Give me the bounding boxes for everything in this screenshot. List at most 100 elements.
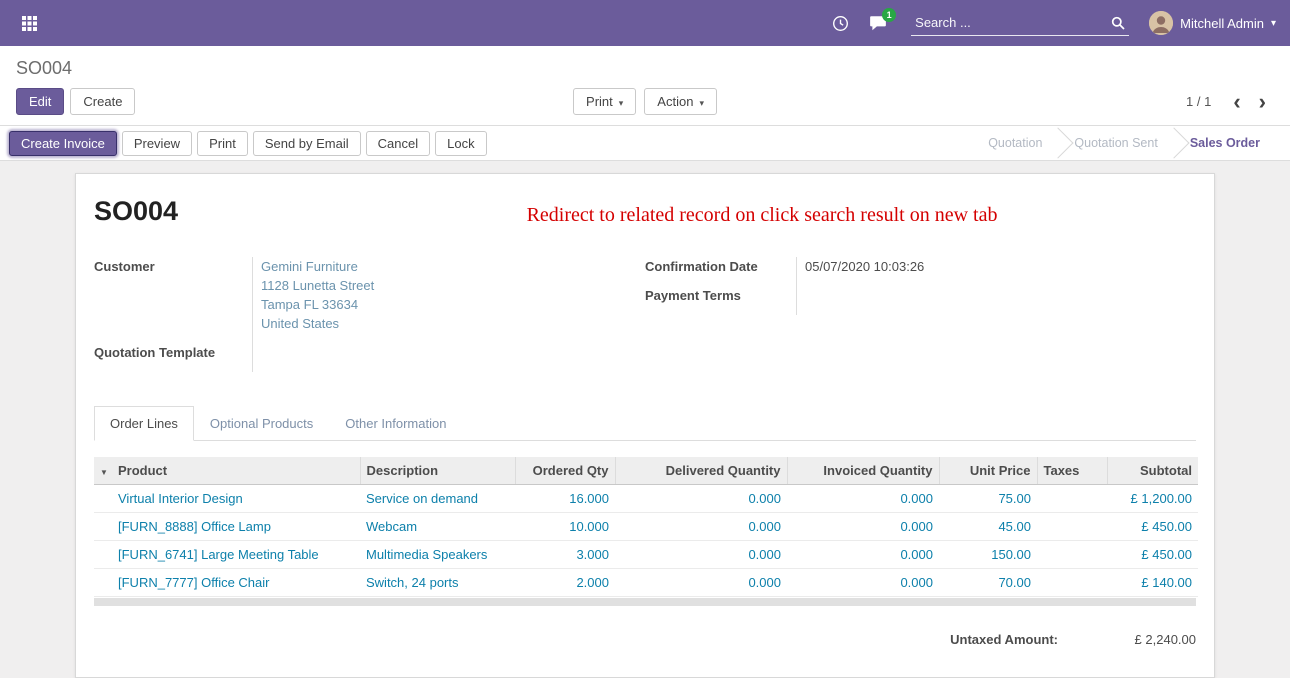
- cell-invoiced-qty: 0.000: [787, 541, 939, 569]
- cell-taxes: [1037, 541, 1107, 569]
- untaxed-amount-label: Untaxed Amount:: [950, 632, 1058, 647]
- confirmation-date-label: Confirmation Date: [645, 257, 797, 286]
- table-row[interactable]: [FURN_8888] Office Lamp Webcam 10.000 0.…: [94, 513, 1198, 541]
- search-icon[interactable]: [1111, 16, 1125, 33]
- cell-subtotal: £ 450.00: [1107, 541, 1198, 569]
- cell-description: Switch, 24 ports: [360, 569, 515, 597]
- caret-down-icon: ▼: [100, 468, 108, 477]
- cell-description: Multimedia Speakers: [360, 541, 515, 569]
- edit-button[interactable]: Edit: [16, 88, 64, 115]
- tab-order-lines[interactable]: Order Lines: [94, 406, 194, 441]
- search-input[interactable]: [911, 10, 1129, 36]
- col-taxes[interactable]: Taxes: [1037, 457, 1107, 485]
- action-menu-button[interactable]: Action ▾: [644, 88, 717, 115]
- cell-delivered-qty: 0.000: [615, 485, 787, 513]
- cancel-button[interactable]: Cancel: [366, 131, 430, 156]
- cell-invoiced-qty: 0.000: [787, 485, 939, 513]
- payment-terms-field: Payment Terms: [645, 286, 1196, 315]
- cell-delivered-qty: 0.000: [615, 513, 787, 541]
- print-menu-label: Print: [586, 94, 613, 109]
- preview-button[interactable]: Preview: [122, 131, 192, 156]
- messages-icon[interactable]: 1: [869, 15, 887, 31]
- lock-button[interactable]: Lock: [435, 131, 486, 156]
- tab-other-information[interactable]: Other Information: [329, 406, 462, 441]
- quotation-template-label: Quotation Template: [94, 343, 253, 372]
- col-description[interactable]: Description: [360, 457, 515, 485]
- cell-description: Service on demand: [360, 485, 515, 513]
- table-row[interactable]: [FURN_7777] Office Chair Switch, 24 port…: [94, 569, 1198, 597]
- customer-name[interactable]: Gemini Furniture: [261, 257, 645, 276]
- horizontal-scrollbar[interactable]: [94, 598, 1196, 606]
- breadcrumb-row: SO004: [0, 46, 1290, 79]
- cell-ordered-qty: 10.000: [515, 513, 615, 541]
- customer-label: Customer: [94, 257, 253, 343]
- table-header-row: ▼ Product Description Ordered Qty Delive…: [94, 457, 1198, 485]
- table-row[interactable]: [FURN_6741] Large Meeting Table Multimed…: [94, 541, 1198, 569]
- sheet: SO004 Redirect to related record on clic…: [75, 173, 1215, 678]
- cell-ordered-qty: 2.000: [515, 569, 615, 597]
- cell-ordered-qty: 3.000: [515, 541, 615, 569]
- quotation-template-value[interactable]: [253, 343, 645, 372]
- table-row[interactable]: Virtual Interior Design Service on deman…: [94, 485, 1198, 513]
- apps-menu-icon[interactable]: [14, 8, 44, 38]
- grid-icon: [22, 16, 37, 31]
- col-invoiced-quantity[interactable]: Invoiced Quantity: [787, 457, 939, 485]
- order-lines-table: ▼ Product Description Ordered Qty Delive…: [94, 457, 1198, 597]
- action-menu-label: Action: [657, 94, 693, 109]
- payment-terms-value[interactable]: [797, 286, 1196, 315]
- customer-field: Customer Gemini Furniture 1128 Lunetta S…: [94, 257, 645, 343]
- create-invoice-button[interactable]: Create Invoice: [9, 131, 117, 156]
- cell-product: [FURN_8888] Office Lamp: [112, 513, 360, 541]
- col-subtotal[interactable]: Subtotal: [1107, 457, 1198, 485]
- annotation-text: Redirect to related record on click sear…: [178, 196, 1196, 227]
- customer-country: United States: [261, 314, 645, 333]
- print-menu-button[interactable]: Print ▾: [573, 88, 636, 115]
- tab-optional-products[interactable]: Optional Products: [194, 406, 329, 441]
- cell-subtotal: £ 140.00: [1107, 569, 1198, 597]
- breadcrumb[interactable]: SO004: [16, 58, 72, 78]
- cell-taxes: [1037, 485, 1107, 513]
- confirmation-date-field: Confirmation Date 05/07/2020 10:03:26: [645, 257, 1196, 286]
- cell-invoiced-qty: 0.000: [787, 513, 939, 541]
- cell-product: [FURN_7777] Office Chair: [112, 569, 360, 597]
- cell-unit-price: 150.00: [939, 541, 1037, 569]
- user-menu[interactable]: Mitchell Admin ▾: [1149, 11, 1276, 35]
- customer-value[interactable]: Gemini Furniture 1128 Lunetta Street Tam…: [253, 257, 645, 343]
- col-delivered-quantity[interactable]: Delivered Quantity: [615, 457, 787, 485]
- top-navbar: 1 Mitchell Admin ▾: [0, 0, 1290, 46]
- notebook-tabs: Order Lines Optional Products Other Info…: [94, 406, 1196, 441]
- cell-unit-price: 75.00: [939, 485, 1037, 513]
- activities-clock-icon[interactable]: [832, 15, 849, 32]
- cell-unit-price: 45.00: [939, 513, 1037, 541]
- form-view: SO004 Redirect to related record on clic…: [0, 161, 1290, 678]
- cell-unit-price: 70.00: [939, 569, 1037, 597]
- messages-count-badge: 1: [882, 8, 896, 22]
- user-name: Mitchell Admin: [1180, 16, 1264, 31]
- untaxed-amount-value: £ 2,240.00: [1086, 632, 1196, 647]
- confirmation-date-value: 05/07/2020 10:03:26: [797, 257, 1196, 286]
- quotation-template-field: Quotation Template: [94, 343, 645, 372]
- chevron-down-icon: ▾: [1271, 18, 1276, 29]
- cell-subtotal: £ 1,200.00: [1107, 485, 1198, 513]
- pager-next-button[interactable]: ›: [1251, 91, 1274, 113]
- chevron-down-icon: ▾: [619, 98, 624, 108]
- col-product[interactable]: Product: [112, 457, 360, 485]
- col-unit-price[interactable]: Unit Price: [939, 457, 1037, 485]
- payment-terms-label: Payment Terms: [645, 286, 797, 315]
- chevron-down-icon: ▾: [699, 98, 704, 108]
- record-title: SO004: [94, 196, 178, 227]
- customer-city: Tampa FL 33634: [261, 295, 645, 314]
- cell-description: Webcam: [360, 513, 515, 541]
- navbar-search: [911, 10, 1129, 36]
- sort-caret-cell[interactable]: ▼: [94, 457, 112, 485]
- col-ordered-qty[interactable]: Ordered Qty: [515, 457, 615, 485]
- print-button[interactable]: Print: [197, 131, 248, 156]
- left-field-group: Customer Gemini Furniture 1128 Lunetta S…: [94, 257, 645, 372]
- cell-product: [FURN_6741] Large Meeting Table: [112, 541, 360, 569]
- send-by-email-button[interactable]: Send by Email: [253, 131, 361, 156]
- pager-previous-button[interactable]: ‹: [1225, 91, 1248, 113]
- avatar: [1149, 11, 1173, 35]
- totals-row: Untaxed Amount: £ 2,240.00: [94, 632, 1196, 647]
- pager-counter: 1 / 1: [1186, 94, 1211, 109]
- create-button[interactable]: Create: [70, 88, 135, 115]
